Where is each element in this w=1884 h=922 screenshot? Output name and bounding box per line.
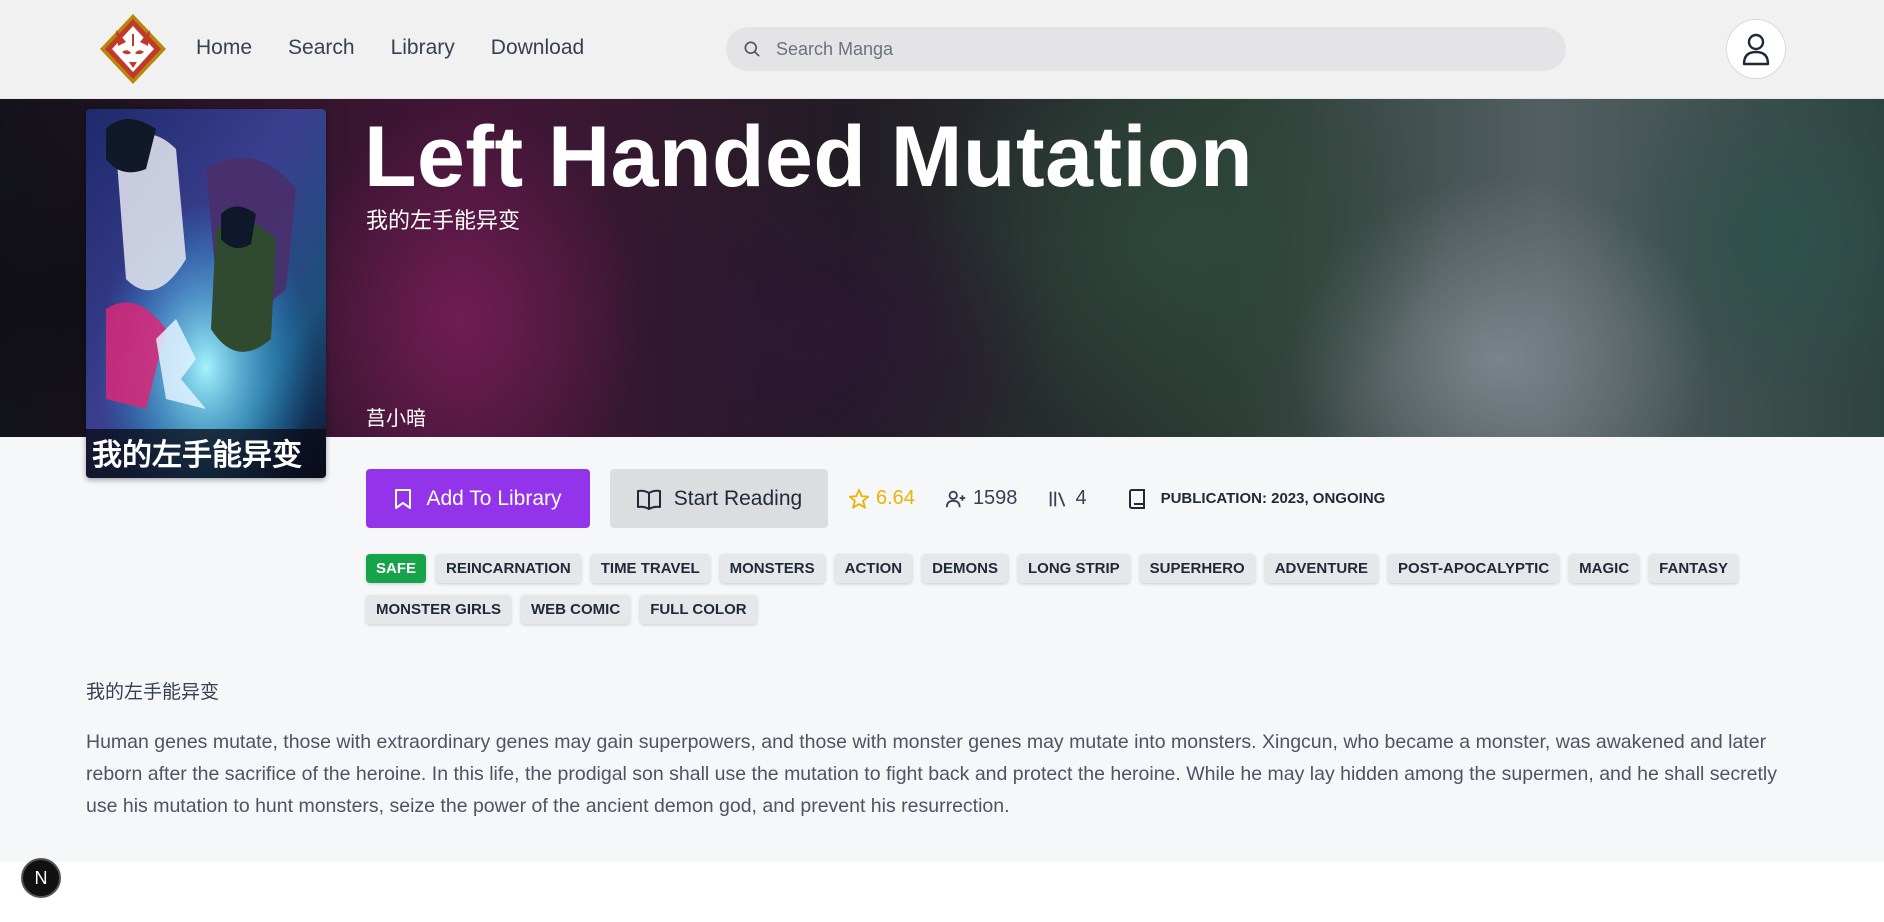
main-nav: Home Search Library Download bbox=[196, 36, 584, 60]
bookmark-icon bbox=[395, 488, 412, 509]
book-open-icon bbox=[636, 489, 661, 510]
tag-monsters[interactable]: MONSTERS bbox=[719, 554, 825, 583]
description-alt-title: 我的左手能异变 bbox=[86, 682, 220, 703]
manga-author[interactable]: 莒小暗 bbox=[366, 402, 426, 431]
book-icon bbox=[1128, 488, 1145, 509]
tag-magic[interactable]: MAGIC bbox=[1569, 554, 1640, 583]
nav-home[interactable]: Home bbox=[196, 36, 252, 60]
user-plus-icon bbox=[945, 490, 966, 507]
tag-adventure[interactable]: ADVENTURE bbox=[1264, 554, 1379, 583]
tag-time-travel[interactable]: TIME TRAVEL bbox=[590, 554, 710, 583]
tag-fantasy[interactable]: FANTASY bbox=[1649, 554, 1739, 583]
rating-value: 6.64 bbox=[876, 487, 915, 509]
action-bar: Add To Library Start Reading 6.64 1598 4 bbox=[366, 469, 1385, 528]
add-to-library-button[interactable]: Add To Library bbox=[366, 469, 590, 528]
tag-reincarnation[interactable]: REINCARNATION bbox=[436, 554, 581, 583]
library-count: 4 bbox=[1047, 487, 1087, 510]
tag-web-comic[interactable]: WEB COMIC bbox=[521, 595, 631, 624]
library-value: 4 bbox=[1075, 487, 1087, 509]
tag-list: SAFE REINCARNATION TIME TRAVEL MONSTERS … bbox=[366, 554, 1786, 624]
manga-cover[interactable]: 我的左手能异变 bbox=[86, 109, 326, 478]
top-navbar: Home Search Library Download bbox=[0, 0, 1884, 99]
manga-title: Left Handed Mutation bbox=[364, 109, 1254, 205]
start-reading-label: Start Reading bbox=[673, 486, 803, 510]
tag-monster-girls[interactable]: MONSTER GIRLS bbox=[366, 595, 512, 624]
publication-info: PUBLICATION: 2023, ONGOING bbox=[1128, 488, 1386, 510]
search-icon bbox=[744, 41, 760, 57]
nav-download[interactable]: Download bbox=[491, 36, 584, 60]
follows-count: 1598 bbox=[945, 487, 1018, 510]
dev-indicator-badge[interactable]: N bbox=[21, 858, 61, 898]
search-bar[interactable] bbox=[726, 27, 1566, 71]
tag-demons[interactable]: DEMONS bbox=[922, 554, 1008, 583]
user-icon bbox=[1742, 33, 1770, 66]
content-rating-badge[interactable]: SAFE bbox=[366, 554, 427, 583]
rating: 6.64 bbox=[848, 487, 915, 510]
publication-text: PUBLICATION: 2023, ONGOING bbox=[1160, 490, 1386, 507]
user-menu-button[interactable] bbox=[1726, 19, 1786, 79]
nav-library[interactable]: Library bbox=[391, 36, 455, 60]
site-logo[interactable] bbox=[96, 12, 170, 86]
star-icon bbox=[848, 488, 870, 509]
nav-search[interactable]: Search bbox=[288, 36, 355, 60]
add-to-library-label: Add To Library bbox=[426, 486, 562, 510]
cover-artwork: 我的左手能异变 bbox=[86, 109, 326, 478]
badge-letter: N bbox=[34, 867, 48, 888]
tag-post-apocalyptic[interactable]: POST-APOCALYPTIC bbox=[1388, 554, 1560, 583]
manga-description: Human genes mutate, those with extraordi… bbox=[86, 731, 1777, 817]
tag-full-color[interactable]: FULL COLOR bbox=[640, 595, 757, 624]
tag-action[interactable]: ACTION bbox=[834, 554, 913, 583]
tag-superhero[interactable]: SUPERHERO bbox=[1139, 554, 1255, 583]
cover-title-text: 我的左手能异变 bbox=[92, 438, 302, 473]
fox-mask-logo-icon bbox=[100, 14, 166, 84]
start-reading-button[interactable]: Start Reading bbox=[610, 469, 828, 528]
library-icon bbox=[1050, 491, 1066, 507]
search-input[interactable] bbox=[776, 38, 1536, 60]
follows-value: 1598 bbox=[972, 487, 1018, 509]
tag-long-strip[interactable]: LONG STRIP bbox=[1017, 554, 1130, 583]
manga-alt-title: 我的左手能异变 bbox=[366, 208, 521, 233]
